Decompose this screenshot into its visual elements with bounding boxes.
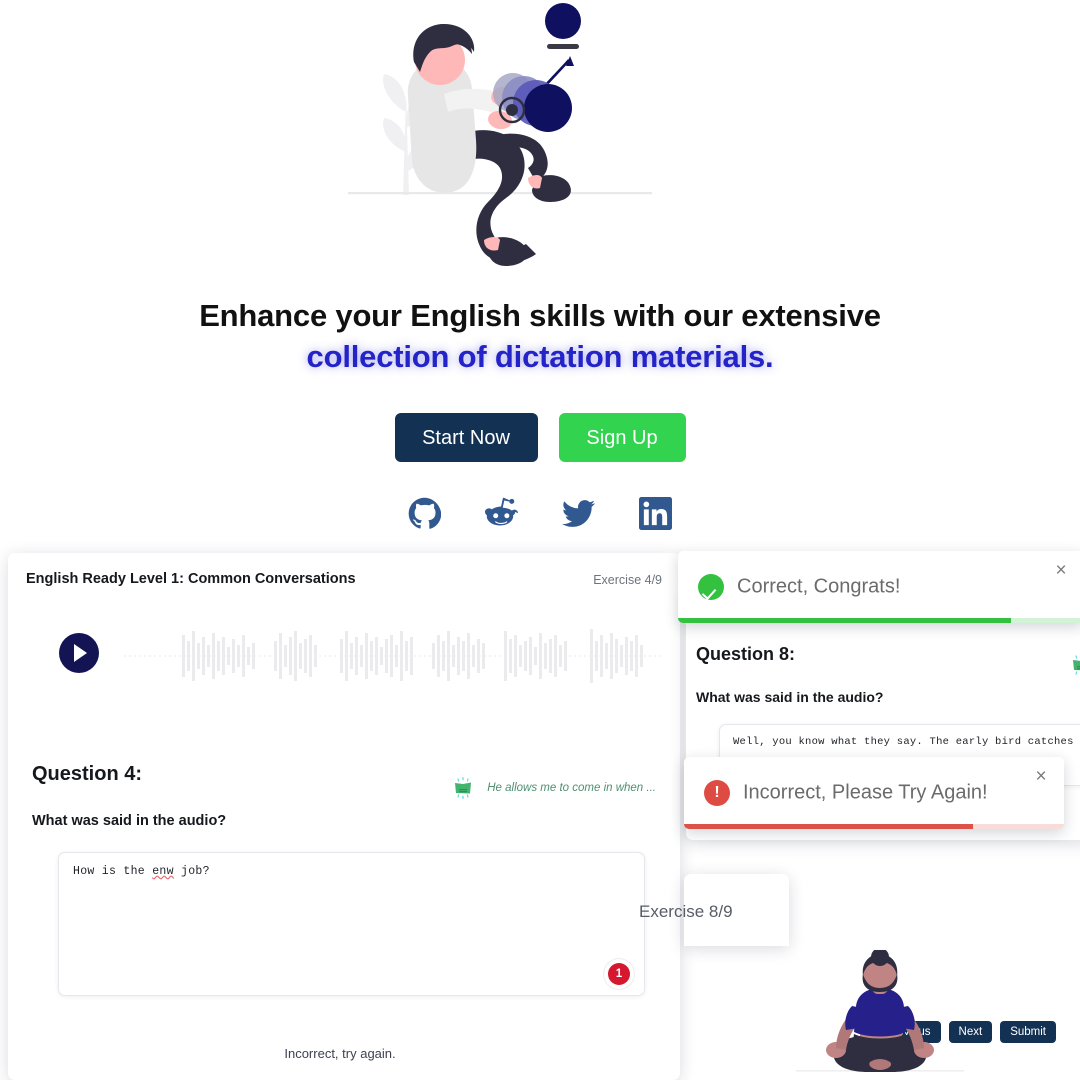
error-count-badge: 1 bbox=[608, 963, 630, 985]
toast-incorrect: Incorrect, Please Try Again! × bbox=[684, 757, 1064, 829]
man-with-megaphone-illustration bbox=[340, 0, 660, 275]
answer-text-after: job? bbox=[173, 865, 210, 878]
hint-row[interactable]: He allows me to come in when ... bbox=[450, 773, 656, 803]
answer-text-right: Well, you know what they say. The early … bbox=[733, 736, 1080, 748]
question-title-right: Question 8: bbox=[696, 644, 796, 664]
toast-progress-bar bbox=[684, 824, 973, 829]
exercise-counter-clipped: Exercise 8/9 bbox=[639, 902, 733, 921]
hint-bulb-icon[interactable] bbox=[1068, 652, 1080, 678]
twitter-icon[interactable] bbox=[562, 497, 595, 530]
answer-text-before: How is the bbox=[73, 865, 153, 878]
check-circle-icon bbox=[698, 574, 724, 600]
person-meditating-illustration bbox=[790, 950, 970, 1080]
error-circle-icon bbox=[704, 780, 730, 806]
toast-progress-bar bbox=[678, 618, 1011, 623]
sign-up-button[interactable]: Sign Up bbox=[558, 413, 686, 462]
hero-section: Enhance your English skills with our ext… bbox=[0, 0, 1080, 560]
status-message: Incorrect, try again. bbox=[284, 1046, 396, 1061]
reddit-icon[interactable] bbox=[485, 497, 518, 530]
toast-incorrect-message: Incorrect, Please Try Again! bbox=[743, 781, 988, 804]
question-block-right: Question 8: What was said in the audio? bbox=[696, 644, 1080, 705]
hint-text: He allows me to come in when ... bbox=[487, 782, 656, 794]
social-links bbox=[0, 497, 1080, 530]
close-icon[interactable]: × bbox=[1031, 767, 1051, 787]
exercise-header: English Ready Level 1: Common Conversati… bbox=[26, 571, 662, 593]
answer-text-typo: enw bbox=[152, 865, 174, 878]
hero-cta-group: Start Now Sign Up bbox=[0, 413, 1080, 462]
start-now-button[interactable]: Start Now bbox=[394, 413, 538, 462]
submit-button[interactable]: Submit bbox=[1000, 1021, 1056, 1043]
question-prompt: What was said in the audio? bbox=[32, 813, 227, 829]
headline-line-2: collection of dictation materials. bbox=[306, 339, 774, 374]
question-prompt-right: What was said in the audio? bbox=[696, 689, 884, 705]
linkedin-icon[interactable] bbox=[639, 497, 672, 530]
hero-headline: Enhance your English skills with our ext… bbox=[0, 296, 1080, 378]
exercise-panel-left: English Ready Level 1: Common Conversati… bbox=[8, 553, 680, 1080]
headline-line-1: Enhance your English skills with our ext… bbox=[199, 298, 881, 333]
github-icon[interactable] bbox=[408, 497, 441, 530]
close-icon[interactable]: × bbox=[1051, 561, 1071, 581]
audio-waveform[interactable] bbox=[124, 619, 664, 693]
toast-correct: Correct, Congrats! × bbox=[678, 551, 1080, 623]
answer-text: How is the enw job? bbox=[73, 865, 630, 878]
question-block: Question 4: What was said in the audio? … bbox=[32, 763, 656, 829]
answer-textarea[interactable]: How is the enw job? 1 bbox=[58, 852, 645, 996]
exercise-card-clipped: Exercise 8/9 bbox=[639, 874, 789, 946]
exercise-counter: Exercise 4/9 bbox=[593, 573, 662, 587]
toast-correct-message: Correct, Congrats! bbox=[737, 575, 901, 598]
course-title: English Ready Level 1: Common Conversati… bbox=[26, 571, 356, 587]
hint-bulb-icon bbox=[450, 775, 476, 801]
audio-player bbox=[26, 619, 664, 693]
play-icon[interactable] bbox=[59, 633, 99, 673]
